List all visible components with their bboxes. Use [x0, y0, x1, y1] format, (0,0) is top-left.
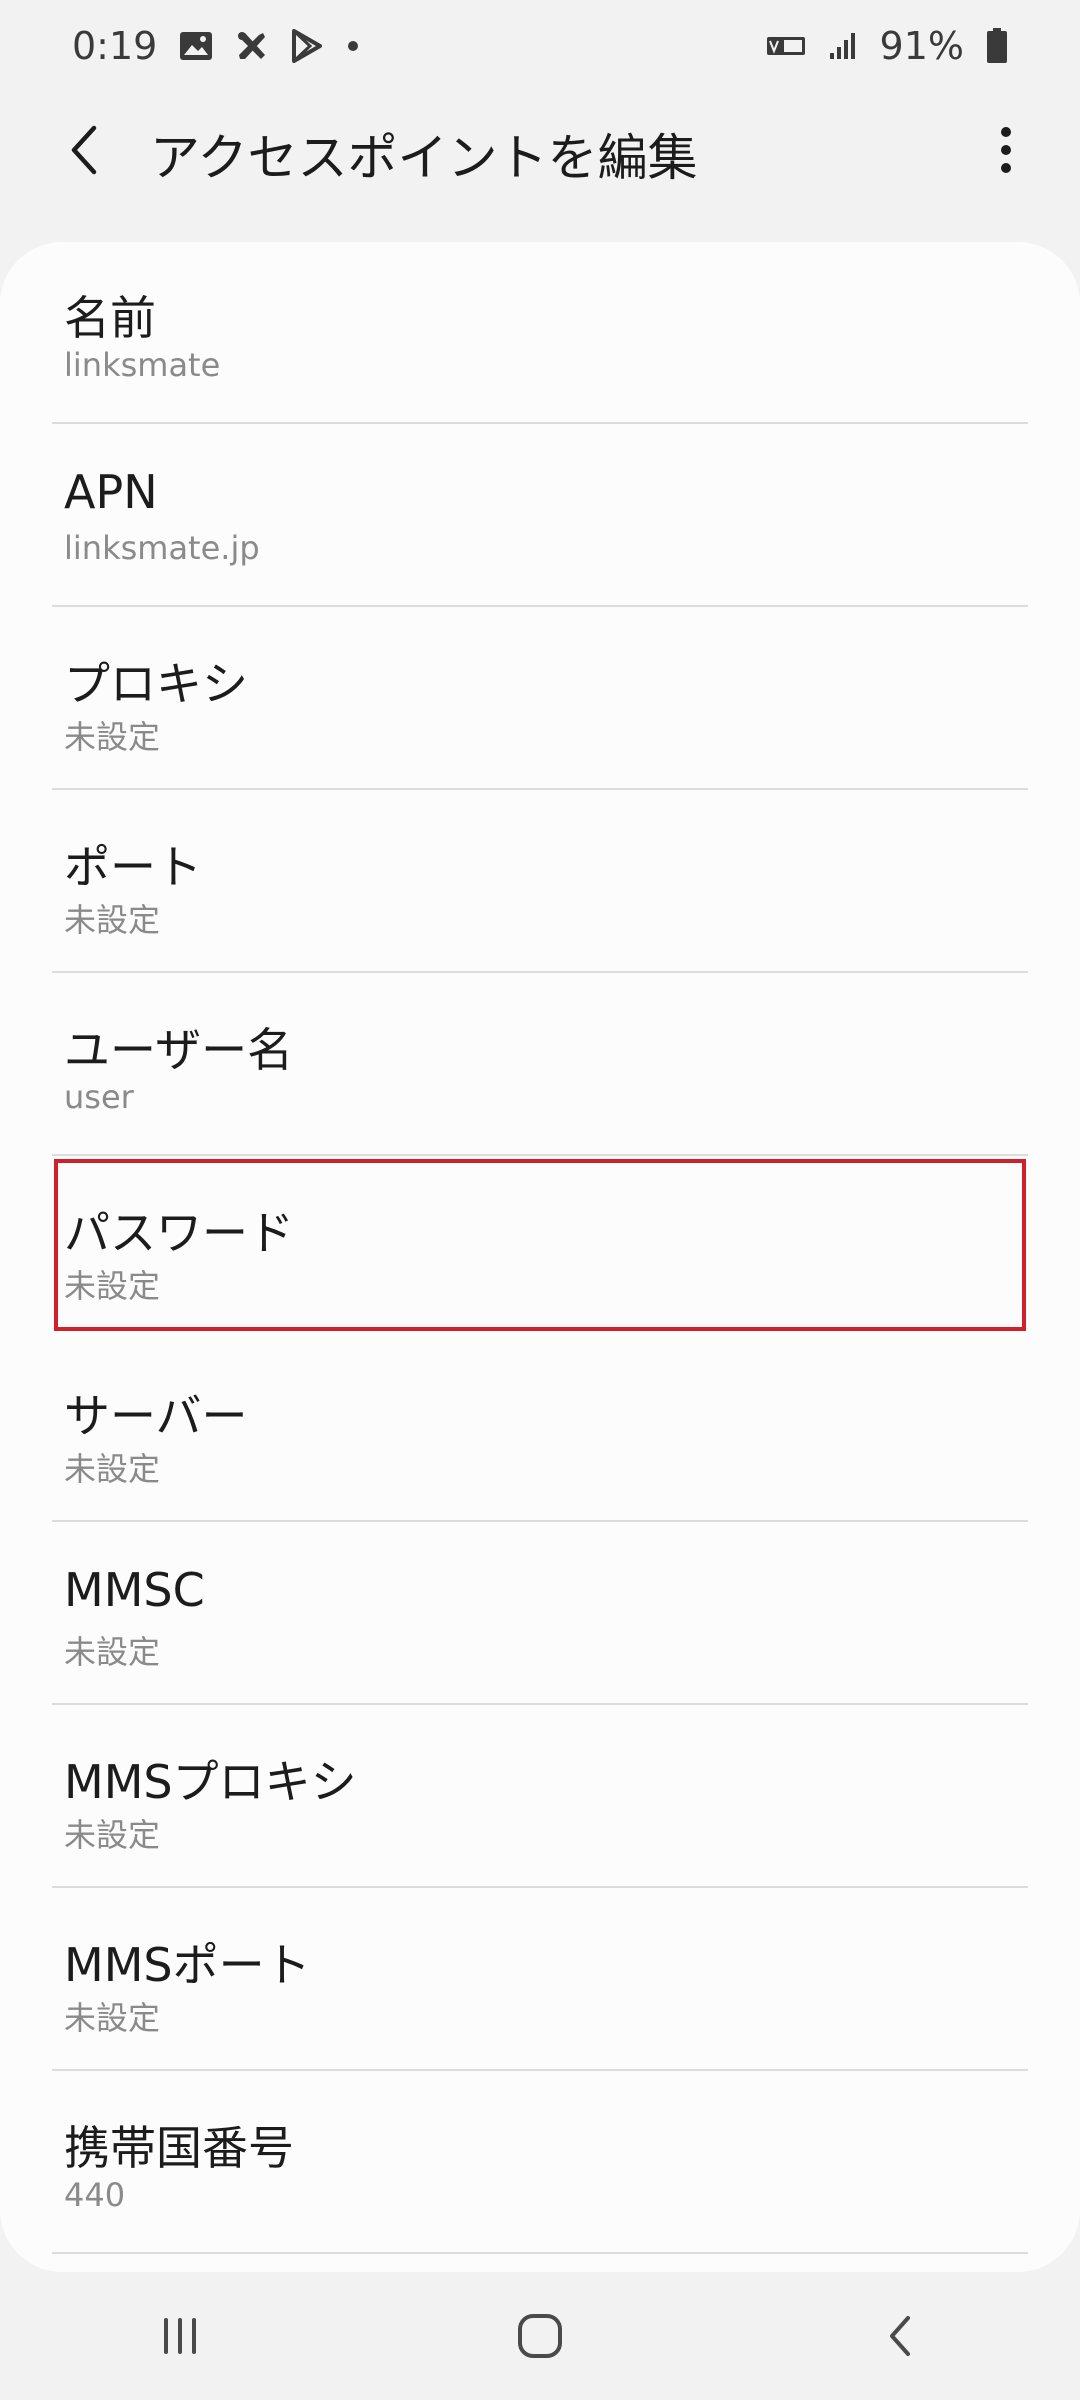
recent-apps-icon: [164, 2318, 196, 2354]
list-item-server[interactable]: サーバー 未設定: [52, 1340, 1028, 1522]
status-bar: 0:19 91%: [0, 0, 1080, 92]
list-item-mmsc[interactable]: MMSC 未設定: [52, 1523, 1028, 1705]
list-item-title: APN: [64, 465, 158, 519]
list-item-apn[interactable]: APN linksmate.jp: [52, 425, 1028, 607]
list-item-mcc[interactable]: 携帯国番号 440: [52, 2072, 1028, 2254]
list-item-mms-proxy[interactable]: MMSプロキシ 未設定: [52, 1706, 1028, 1888]
back-icon: [890, 2316, 910, 2356]
list-item-title: ユーザー名: [64, 1023, 294, 1077]
list-item-password[interactable]: パスワード 未設定: [52, 1157, 1028, 1339]
chevron-left-icon: [71, 125, 97, 175]
list-item-title: MMSポート: [64, 1938, 311, 1992]
more-options-button[interactable]: [968, 112, 1044, 188]
tools-icon: [235, 29, 269, 63]
settings-list: 名前 linksmate APN linksmate.jp プロキシ 未設定 ポ…: [0, 242, 1080, 2272]
list-item-value: 未設定: [64, 901, 161, 939]
signal-icon: [828, 31, 858, 61]
list-item-value: 未設定: [64, 1816, 161, 1854]
divider: [52, 605, 1028, 607]
home-button[interactable]: [480, 2286, 600, 2386]
recent-apps-button[interactable]: [120, 2286, 240, 2386]
divider: [52, 2069, 1028, 2071]
list-item-title: MMSプロキシ: [64, 1755, 357, 1809]
list-item-value: 未設定: [64, 1450, 161, 1488]
list-item-value: 未設定: [64, 718, 161, 756]
list-item-name[interactable]: 名前 linksmate: [52, 242, 1028, 424]
list-item-value: 未設定: [64, 1633, 161, 1671]
list-item-value: user: [64, 1078, 134, 1116]
divider: [52, 1154, 1028, 1156]
play-store-icon: [291, 29, 323, 63]
status-left: 0:19: [72, 24, 361, 68]
list-item-title: プロキシ: [64, 657, 248, 711]
list-item-username[interactable]: ユーザー名 user: [52, 974, 1028, 1156]
list-item-value: 未設定: [64, 1267, 161, 1305]
divider: [52, 2252, 1028, 2254]
list-item-value: linksmate: [64, 346, 221, 384]
image-icon: [179, 31, 213, 61]
divider: [52, 788, 1028, 790]
divider: [52, 1520, 1028, 1522]
list-item-title: MMSC: [64, 1563, 205, 1617]
list-item-title: 名前: [64, 291, 156, 345]
list-item-title: ポート: [64, 840, 202, 894]
list-item-port[interactable]: ポート 未設定: [52, 791, 1028, 973]
page-title: アクセスポイントを編集: [150, 129, 698, 187]
divider: [52, 971, 1028, 973]
list-item-mms-port[interactable]: MMSポート 未設定: [52, 1889, 1028, 2071]
nav-back-button[interactable]: [840, 2286, 960, 2386]
home-icon: [518, 2314, 562, 2358]
navigation-bar: [0, 2272, 1080, 2400]
list-item-title: パスワード: [64, 1206, 294, 1260]
battery-icon: [986, 28, 1008, 64]
list-item-value: 440: [64, 2176, 126, 2214]
list-item-title: サーバー: [64, 1389, 248, 1443]
dot-icon: [345, 38, 361, 54]
list-item-proxy[interactable]: プロキシ 未設定: [52, 608, 1028, 790]
divider: [52, 422, 1028, 424]
more-vert-icon: [1001, 127, 1011, 173]
status-right: 91%: [766, 24, 1008, 68]
back-button[interactable]: [46, 112, 122, 188]
app-bar: アクセスポイントを編集: [0, 92, 1080, 208]
list-item-value: linksmate.jp: [64, 529, 260, 567]
battery-percent: 91%: [879, 24, 964, 68]
list-item-value: 未設定: [64, 1999, 161, 2037]
status-time: 0:19: [72, 24, 158, 68]
divider: [52, 1886, 1028, 1888]
divider: [52, 1703, 1028, 1705]
volte-icon: [766, 34, 806, 58]
list-item-title: 携帯国番号: [64, 2121, 294, 2175]
